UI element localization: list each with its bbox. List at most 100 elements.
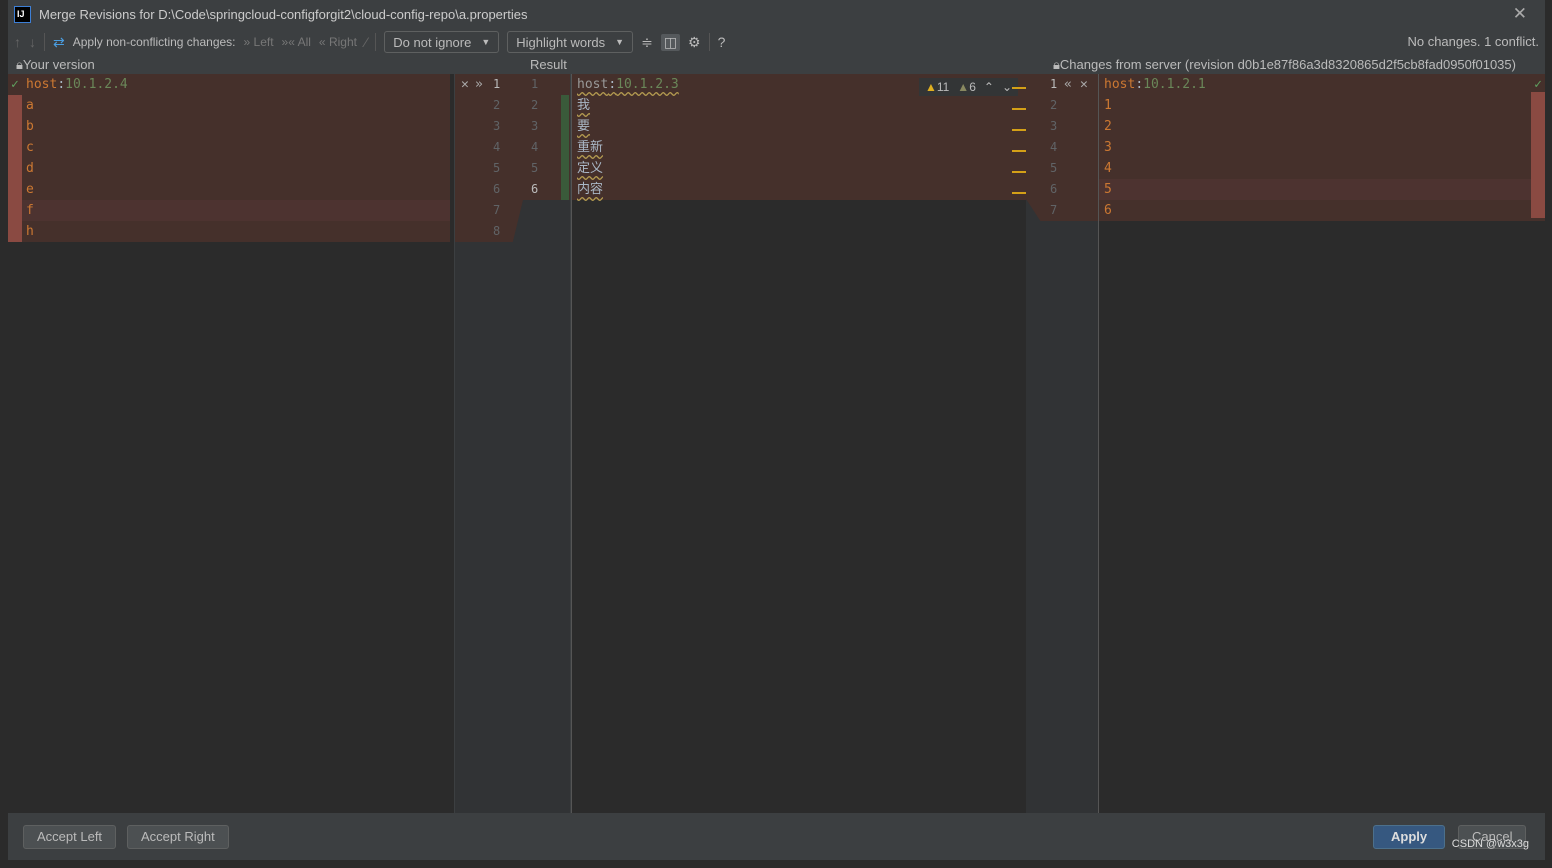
line-number-row: 7 xyxy=(455,200,570,221)
line-number: 3 xyxy=(493,119,501,133)
code-line: 要 xyxy=(572,116,1026,137)
arrow-up-icon[interactable]: ↑ xyxy=(14,34,21,50)
check-icon: ✓ xyxy=(11,77,19,92)
change-marker xyxy=(1012,108,1026,110)
help-icon[interactable]: ? xyxy=(718,34,726,50)
code-line: 我 xyxy=(572,95,1026,116)
line-number: 4 xyxy=(493,140,501,154)
line-number: 4 xyxy=(531,140,539,154)
ignore-value: Do not ignore xyxy=(393,34,472,50)
line-number-row: 44 xyxy=(455,137,570,158)
code-line: 6 xyxy=(1099,200,1545,221)
line-number: 3 xyxy=(531,119,539,133)
accept-left-button[interactable]: Accept Left xyxy=(23,825,117,849)
line-number-row: 4 xyxy=(1026,137,1098,158)
collapse-icon[interactable]: ≑ xyxy=(641,34,653,51)
previous-highlight-icon[interactable]: ⌃ xyxy=(984,80,994,94)
line-number: 2 xyxy=(1050,98,1058,112)
apply-label: Apply non-conflicting changes: xyxy=(72,35,236,49)
right-label: Right xyxy=(328,35,357,49)
left-header-label: Your version xyxy=(22,57,95,72)
line-text: c xyxy=(26,140,34,155)
line-number: 1 xyxy=(493,77,501,91)
code-line: 1 xyxy=(1099,95,1545,116)
apply-left-button[interactable]: » Left xyxy=(244,35,274,49)
line-number: 7 xyxy=(1050,203,1058,217)
center-header: Result xyxy=(530,57,567,72)
line-number-row: 55 xyxy=(455,158,570,179)
apply-right-button[interactable]: « Right xyxy=(319,35,357,49)
chevron-down-icon: ▼ xyxy=(615,37,625,47)
magic-resolve-icon[interactable]: ⁄ xyxy=(365,34,367,50)
code-line: 5 xyxy=(1099,179,1545,200)
line-number: 1 xyxy=(531,77,539,91)
line-text: 3 xyxy=(1104,140,1112,155)
line-number: 5 xyxy=(1050,161,1058,175)
left-editor[interactable]: ✓ host:10.1.2.4 abcdefh xyxy=(8,74,454,813)
lock-icon: 🔒︎ xyxy=(1053,57,1060,72)
code-line: 2 xyxy=(1099,116,1545,137)
toolbar: ↑ ↓ ⇄ Apply non-conflicting changes: » L… xyxy=(8,30,1545,54)
line-number-row: 22 xyxy=(455,95,570,116)
conflict-marker xyxy=(8,95,22,242)
right-header-label: Changes from server (revision d0b1e87f86… xyxy=(1059,57,1516,72)
highlight-select[interactable]: Highlight words ▼ xyxy=(507,31,634,53)
all-label: All xyxy=(297,35,311,49)
line-number: 1 xyxy=(1050,77,1058,91)
line-number: 7 xyxy=(493,203,501,217)
reject-right-icon[interactable]: ✕ xyxy=(1080,74,1088,95)
line-text: 2 xyxy=(1104,119,1112,134)
line-text: 要 xyxy=(577,119,591,134)
line-number: 5 xyxy=(493,161,501,175)
ignore-whitespace-select[interactable]: Do not ignore ▼ xyxy=(384,31,500,53)
divider xyxy=(375,33,377,51)
line-number: 2 xyxy=(493,98,501,112)
sync-scroll-icon[interactable]: ◫ xyxy=(660,33,681,51)
chevron-down-icon: ▼ xyxy=(481,37,491,47)
code-line: c xyxy=(8,137,450,158)
lock-icon: 🔒︎ xyxy=(16,57,23,72)
line-text: 重新 xyxy=(577,140,604,155)
arrow-down-icon[interactable]: ↓ xyxy=(29,34,36,50)
close-icon[interactable]: ✕ xyxy=(1513,4,1527,24)
code-line: 4 xyxy=(1099,158,1545,179)
right-gutter: 1 2 3 4 5 6 7 « ✕ xyxy=(1026,74,1098,813)
apply-all-button[interactable]: »« All xyxy=(282,35,311,49)
inspection-widget[interactable]: ▲11 ▲6 ⌃ ⌄ xyxy=(918,78,1018,96)
code-line: host:10.1.2.1 ✓ xyxy=(1099,74,1545,95)
apply-non-conflicting-icon[interactable]: ⇄ xyxy=(53,34,65,51)
next-highlight-icon[interactable]: ⌄ xyxy=(1002,80,1012,94)
line-number-row: 8 xyxy=(455,221,570,242)
accept-left-icon[interactable]: » xyxy=(475,74,483,95)
result-editor[interactable]: host:10.1.2.3 我要重新 定义 内容 ▲11 ▲6 ⌃ ⌄ xyxy=(571,74,1026,813)
line-number-row: 3 xyxy=(1026,116,1098,137)
right-editor[interactable]: host:10.1.2.1 ✓ 1 2 3 4 5 6 xyxy=(1098,74,1545,813)
code-line: f xyxy=(8,200,450,221)
line-number: 5 xyxy=(531,161,539,175)
line-number-row: 66 xyxy=(455,179,570,200)
line-text: f xyxy=(26,203,34,218)
reject-left-icon[interactable]: ✕ xyxy=(461,74,469,95)
line-number: 2 xyxy=(531,98,539,112)
warning-icon: ▲11 xyxy=(924,80,950,94)
divider xyxy=(44,33,45,51)
line-text: b xyxy=(26,119,34,134)
conflict-marker xyxy=(1531,92,1545,218)
intellij-logo: IJ xyxy=(14,5,31,23)
accept-right-button[interactable]: Accept Right xyxy=(127,825,229,849)
left-label: Left xyxy=(253,35,274,49)
gear-icon[interactable]: ⚙ xyxy=(688,34,701,51)
line-number: 6 xyxy=(531,182,539,196)
line-number-row: 33 xyxy=(455,116,570,137)
divider xyxy=(708,33,710,51)
accept-right-icon[interactable]: « xyxy=(1064,74,1072,95)
code-line: b xyxy=(8,116,450,137)
line-number: 6 xyxy=(1050,182,1058,196)
button-bar: Accept Left Accept Right Apply Cancel CS… xyxy=(8,813,1545,860)
line-number: 6 xyxy=(493,182,501,196)
change-marker xyxy=(1012,87,1026,89)
code-line: a xyxy=(8,95,450,116)
apply-button[interactable]: Apply xyxy=(1373,825,1446,849)
change-marker xyxy=(1012,129,1026,131)
window-title: Merge Revisions for D:\Code\springcloud-… xyxy=(39,6,528,22)
